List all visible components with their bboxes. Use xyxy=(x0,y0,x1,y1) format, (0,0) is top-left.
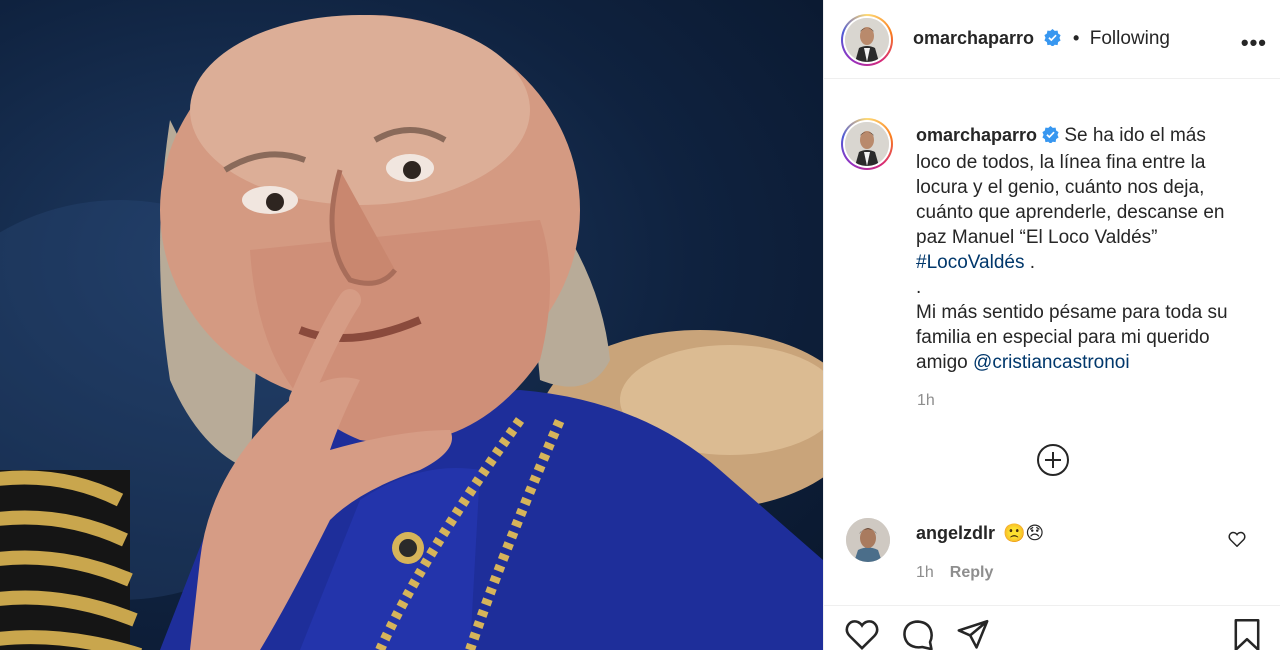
paper-plane-icon[interactable] xyxy=(956,618,990,650)
verified-badge-icon xyxy=(1043,29,1061,51)
caption-text-line: Se ha ido el más xyxy=(1064,125,1206,146)
caption-text-line: loco de todos, la línea fina entre la xyxy=(916,152,1206,173)
post-caption: omarchaparro Se ha ido el más loco de to… xyxy=(916,123,1256,375)
caption-text-line: familia en especial para mi querido xyxy=(916,327,1210,348)
caption-username[interactable]: omarchaparro xyxy=(916,125,1037,145)
comment-timestamp[interactable]: 1h xyxy=(916,564,934,581)
author-avatar[interactable] xyxy=(841,14,893,66)
bookmark-icon[interactable] xyxy=(1233,618,1261,650)
caption-dot-line: . xyxy=(916,277,922,298)
caption-text-line: locura y el genio, cuánto nos deja, xyxy=(916,177,1205,198)
plus-circle-icon[interactable] xyxy=(1036,443,1070,477)
post-image-illustration xyxy=(0,15,823,650)
verified-badge-icon xyxy=(1042,125,1059,150)
caption-text-suffix: . xyxy=(1024,252,1036,273)
post-side-panel: omarchaparro • Following ••• omarchaparr… xyxy=(823,0,1280,650)
author-username[interactable]: omarchaparro xyxy=(913,28,1034,48)
post-action-bar xyxy=(824,605,1280,650)
follow-button[interactable]: Following xyxy=(1090,28,1170,49)
post-header: omarchaparro • Following ••• xyxy=(824,0,1280,79)
mention-link[interactable]: @cristiancastronoi xyxy=(973,352,1130,373)
hashtag-link[interactable]: #LocoValdés xyxy=(916,252,1024,273)
caption-text-line: cuánto que aprenderle, descanse en xyxy=(916,202,1225,223)
caption-text-line: paz Manuel “El Loco Valdés” xyxy=(916,227,1158,248)
separator-dot: • xyxy=(1072,28,1080,48)
post-photo[interactable] xyxy=(0,0,823,650)
comment-text: 🙁😞 xyxy=(1003,523,1045,543)
header-user-block: omarchaparro • Following xyxy=(913,28,1170,51)
comment-meta: 1h Reply xyxy=(916,564,993,582)
reply-button[interactable]: Reply xyxy=(950,564,994,581)
caption-text-line: Mi más sentido pésame para toda su xyxy=(916,302,1228,323)
comment-item: angelzdlr 🙁😞 xyxy=(916,523,1044,544)
heart-icon[interactable] xyxy=(1228,531,1246,552)
caption-timestamp[interactable]: 1h xyxy=(917,392,935,410)
caption-avatar[interactable] xyxy=(841,118,893,170)
heart-icon[interactable] xyxy=(845,618,879,650)
comment-avatar[interactable] xyxy=(846,518,890,562)
comment-username[interactable]: angelzdlr xyxy=(916,523,995,543)
caption-text-prefix: amigo xyxy=(916,352,974,373)
comment-icon[interactable] xyxy=(901,618,935,650)
more-options-icon[interactable]: ••• xyxy=(1241,30,1267,56)
